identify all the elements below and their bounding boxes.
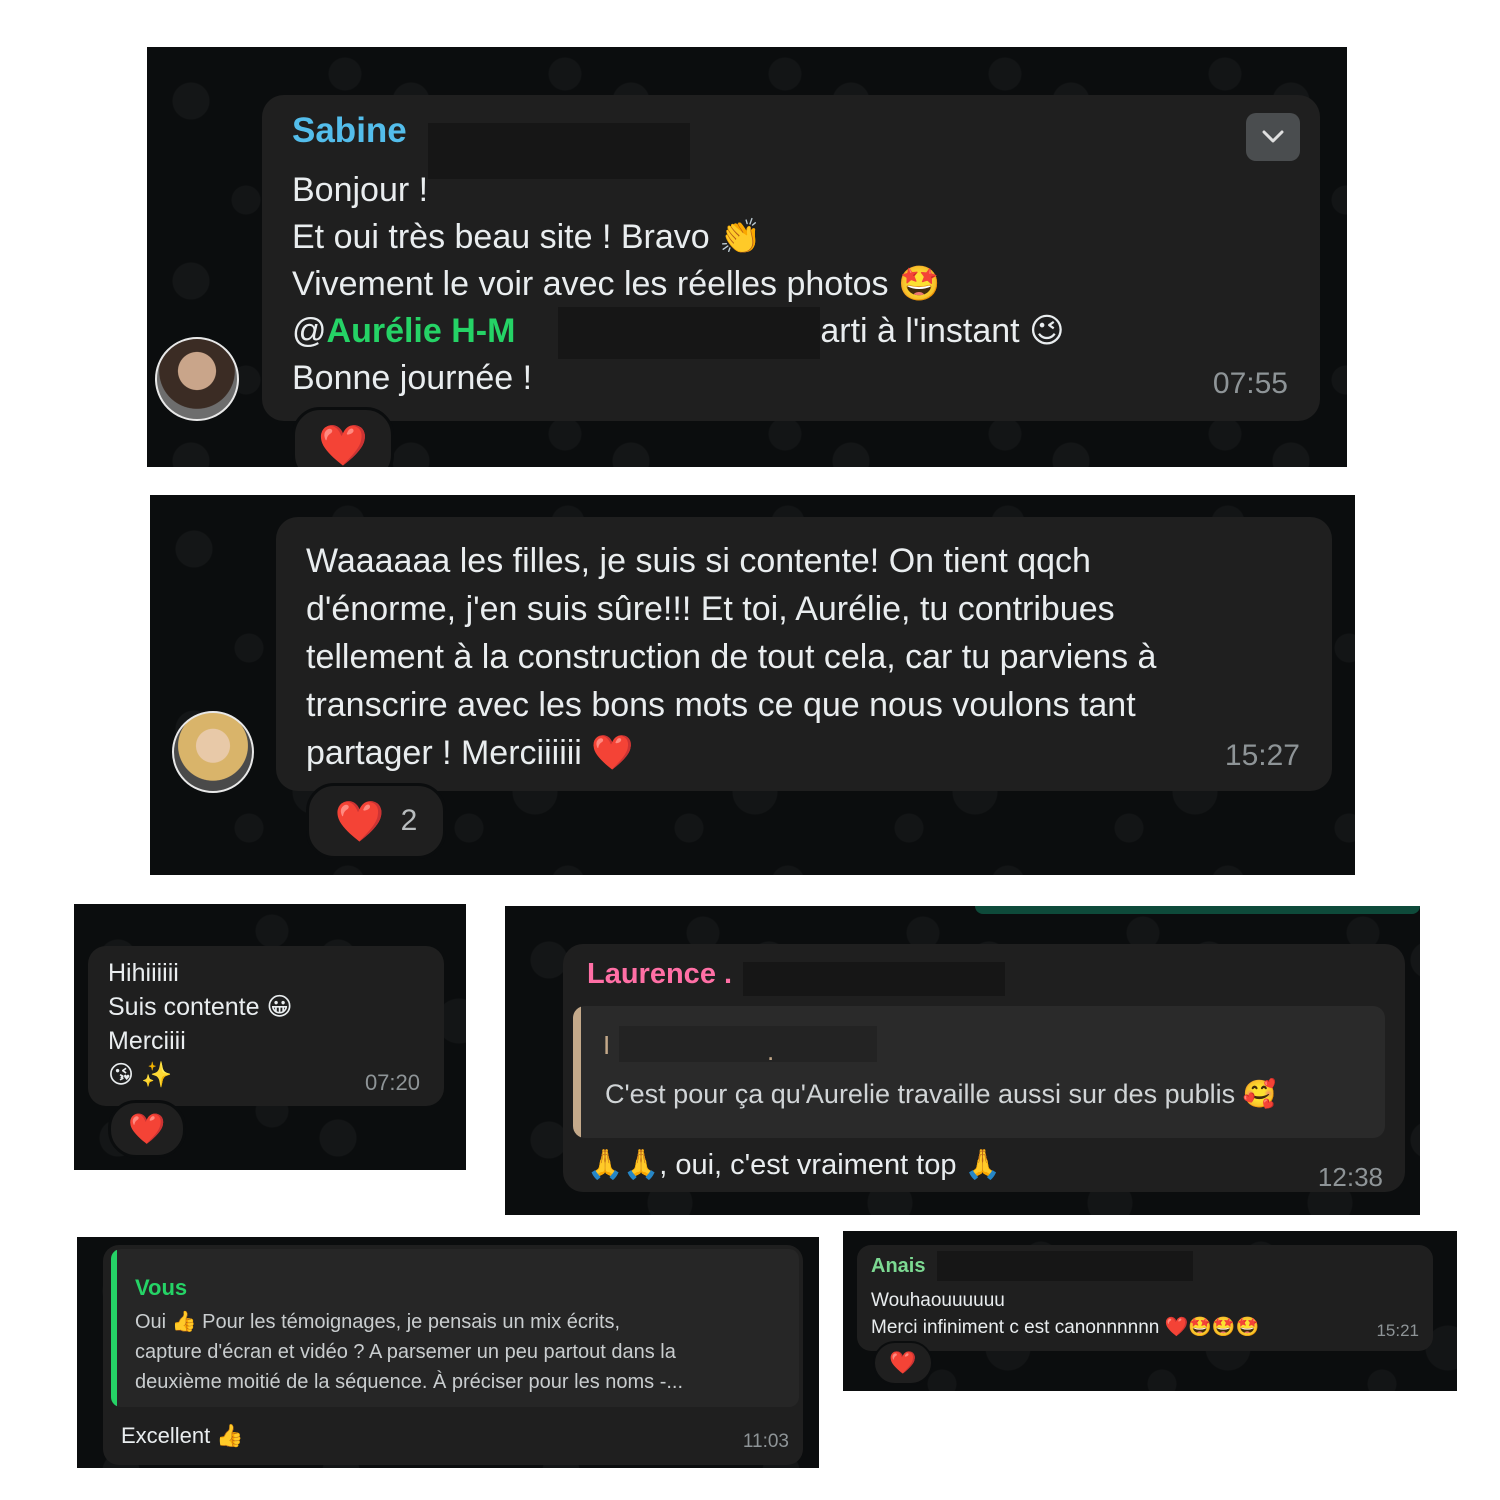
quote-dot: .: [767, 1036, 775, 1066]
quoted-message[interactable]: I . C'est pour ça qu'Aurelie travaille a…: [573, 1006, 1385, 1138]
message-bubble[interactable]: Anais Wouhaouuuuuu Merci infiniment c es…: [857, 1245, 1433, 1351]
message-panel-laurence: Laurence . I . C'est pour ça qu'Aurelie …: [505, 906, 1420, 1215]
message-panel-anais: Anais Wouhaouuuuuu Merci infiniment c es…: [843, 1231, 1457, 1391]
text-line: Waaaaaa les filles, je suis si contente!…: [306, 542, 1091, 580]
sender-suffix: .: [724, 958, 733, 990]
text-line: partager ! Merciiiiii ❤️: [306, 729, 1156, 777]
message-text: Wouhaouuuuuu Merci infiniment c est cano…: [871, 1287, 1259, 1341]
heart-emoji: ❤️: [591, 734, 634, 772]
sender-name[interactable]: Laurence .: [587, 958, 732, 991]
emoji-line: 😘 ✨: [108, 1061, 173, 1089]
message-bubble[interactable]: Sabine Bonjour ! Et oui très beau site !…: [262, 95, 1320, 421]
text-fragment: Suis contente: [108, 993, 260, 1021]
avatar-sender[interactable]: [172, 711, 254, 793]
message-bubble[interactable]: Laurence . I . C'est pour ça qu'Aurelie …: [563, 944, 1405, 1192]
smiling-hearts-emoji: 🥰: [1242, 1079, 1277, 1109]
menu-button[interactable]: [1246, 113, 1300, 161]
quote-sender-initial: I: [603, 1030, 611, 1060]
reaction-pill[interactable]: ❤️: [292, 407, 394, 467]
text-fragment: partager ! Merciiiiii: [306, 734, 582, 772]
heart-reaction-icon: ❤️: [128, 1112, 166, 1146]
text-fragment: Et oui très beau site ! Bravo: [292, 218, 710, 256]
text-line: Wouhaouuuuuu: [871, 1290, 1005, 1311]
mention-at: @: [292, 312, 327, 350]
message-panel-5: Vous Oui 👍 Pour les témoignages, je pens…: [77, 1237, 819, 1468]
message-time: 07:20: [364, 1070, 420, 1095]
text-line: Merciiii: [108, 1027, 186, 1055]
quote-text: C'est pour ça qu'Aurelie travaille aussi…: [605, 1078, 1276, 1110]
pray-emoji: 🙏: [964, 1149, 1001, 1181]
message-time: 12:38: [1317, 1162, 1383, 1192]
sender-name[interactable]: Sabine: [292, 111, 407, 151]
redacted-mention: [558, 307, 820, 359]
quote-text: Oui 👍 Pour les témoignages, je pensais u…: [135, 1307, 683, 1397]
message-time: 15:21: [1376, 1321, 1419, 1340]
heart-reaction-icon: ❤️: [334, 799, 385, 844]
message-text: Hihiiiiii Suis contente 😀 Merciiii 😘 ✨: [108, 956, 293, 1092]
heart-reaction-icon: ❤️: [318, 423, 368, 468]
quote-bar: [111, 1249, 117, 1407]
avatar-sabine[interactable]: [155, 337, 239, 421]
message-panel-2: Waaaaaa les filles, je suis si contente!…: [150, 495, 1355, 875]
message-text: 🙏🙏, oui, c'est vraiment top 🙏: [587, 1148, 1001, 1182]
reaction-pill[interactable]: ❤️: [873, 1341, 933, 1385]
message-panel-3: Hihiiiiii Suis contente 😀 Merciiii 😘 ✨ 0…: [74, 904, 466, 1170]
text-line: Bonjour !: [292, 171, 429, 209]
message-time: 11:03: [742, 1431, 789, 1452]
message-text: Waaaaaa les filles, je suis si contente!…: [306, 537, 1156, 777]
quote-sender: Vous: [135, 1275, 188, 1300]
sender-name[interactable]: Anais: [871, 1255, 925, 1278]
text-line: Vivement le voir avec les réelles photos…: [292, 261, 1065, 308]
text-line: tellement à la construction de tout cela…: [306, 638, 1157, 676]
reaction-count: 2: [400, 804, 418, 837]
wink-emoji: 😉: [1029, 312, 1065, 350]
grin-emoji: 😀: [266, 993, 293, 1021]
message-bubble[interactable]: Hihiiiiii Suis contente 😀 Merciiii 😘 ✨ 0…: [88, 946, 444, 1106]
redacted-quote-sender: [619, 1026, 877, 1062]
clap-emoji: 👏: [719, 218, 762, 256]
reaction-pill[interactable]: ❤️: [108, 1100, 186, 1158]
message-text: Excellent 👍: [121, 1423, 244, 1448]
message-bubble[interactable]: Vous Oui 👍 Pour les témoignages, je pens…: [103, 1245, 803, 1465]
reaction-pill[interactable]: ❤️ 2: [306, 783, 446, 859]
heart-reaction-icon: ❤️: [889, 1350, 917, 1375]
text-line: d'énorme, j'en suis sûre!!! Et toi, Auré…: [306, 590, 1115, 628]
sender-first-name: Laurence: [587, 958, 716, 990]
redacted-surname: [743, 962, 1005, 996]
text-line: Suis contente 😀: [108, 990, 293, 1024]
redacted-surname: [937, 1251, 1193, 1281]
text-line: Hihiiiiii: [108, 959, 179, 987]
quote-bar: [573, 1006, 581, 1138]
text-line: Merci infiniment c est canonnnnnn ❤️🤩🤩🤩: [871, 1317, 1260, 1338]
message-bubble[interactable]: Waaaaaa les filles, je suis si contente!…: [276, 517, 1332, 791]
pray-emoji: 🙏🙏: [587, 1149, 660, 1181]
chevron-down-icon: [1262, 130, 1284, 143]
star-struck-emoji: 🤩: [898, 265, 941, 303]
text-line: Et oui très beau site ! Bravo 👏: [292, 214, 1065, 261]
message-panel-sabine: Sabine Bonjour ! Et oui très beau site !…: [147, 47, 1347, 467]
text-fragment: Vivement le voir avec les réelles photos: [292, 265, 889, 303]
text-line: Bonne journée !: [292, 359, 533, 397]
text-line: Oui 👍 Pour les témoignages, je pensais u…: [135, 1311, 621, 1333]
message-text: Bonjour ! Et oui très beau site ! Bravo …: [292, 167, 1065, 402]
quote-text-body: C'est pour ça qu'Aurelie travaille aussi…: [605, 1079, 1236, 1109]
text-line: transcrire avec les bons mots ce que nou…: [306, 686, 1136, 724]
text-fragment: , oui, c'est vraiment top: [659, 1149, 957, 1181]
mention-link[interactable]: Aurélie H-M: [327, 312, 516, 350]
quoted-message[interactable]: Vous Oui 👍 Pour les témoignages, je pens…: [111, 1249, 799, 1407]
text-line: deuxième moitié de la séquence. À précis…: [135, 1371, 684, 1393]
message-time: 15:27: [1224, 739, 1300, 772]
text-line: capture d'écran et vidéo ? A parsemer un…: [135, 1341, 676, 1363]
message-time: 07:55: [1212, 367, 1288, 400]
text-fragment: parti à l'instant: [801, 312, 1020, 350]
bubble-edge-accent: [975, 906, 1420, 914]
